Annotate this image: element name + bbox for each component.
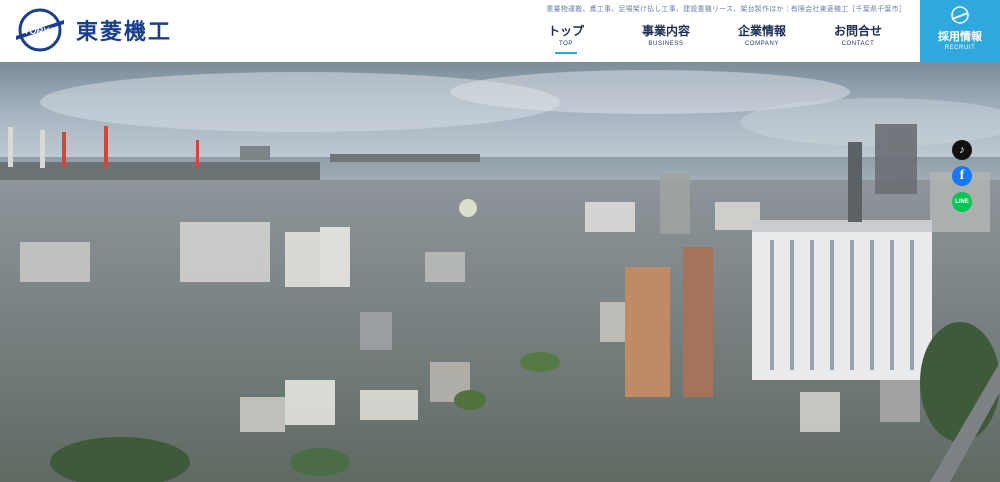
hero-cityscape-image: ♪ f LINE [0,62,1000,482]
facebook-icon[interactable]: f [952,166,972,186]
nav-item-top[interactable]: トップ TOP [538,24,594,54]
nav-item-label: トップ [547,24,584,38]
nav-item-contact[interactable]: お問合せ CONTACT [810,24,906,47]
line-icon-glyph: LINE [955,199,969,205]
line-icon[interactable]: LINE [952,192,972,212]
recruit-label: 採用情報 [938,30,982,43]
main-nav: トップ TOP 事業内容 BUSINESS 企業情報 COMPANY お問合せ … [538,24,906,54]
nav-item-sublabel: BUSINESS [648,41,684,47]
nav-item-label: 事業内容 [641,24,690,38]
nav-item-label: 企業情報 [737,24,786,38]
nav-item-sublabel: COMPANY [744,41,780,47]
company-name: 東菱機工 [76,20,173,45]
tagline: 重量物運搬、鳶工事、足場架け払し工事、建設重機リース、架台製作ほか｜有限会社東菱… [546,5,906,13]
nav-item-sublabel: CONTACT [841,41,875,47]
recruit-button[interactable]: 採用情報 RECRUIT [920,0,1000,62]
site-header: TORYO 東菱機工 重量物運搬、鳶工事、足場架け払し工事、建設重機リース、架台… [0,0,1000,62]
logo-mark-icon: TORYO [16,8,64,52]
svg-text:TORYO: TORYO [24,26,56,36]
facebook-icon-glyph: f [959,168,965,183]
nav-item-company[interactable]: 企業情報 COMPANY [714,24,810,47]
nav-item-business[interactable]: 事業内容 BUSINESS [618,24,714,47]
logo[interactable]: TORYO 東菱機工 [12,8,172,52]
nav-item-label: お問合せ [833,24,882,38]
nav-active-indicator [555,52,577,54]
tiktok-icon[interactable]: ♪ [952,140,972,160]
recruit-sublabel: RECRUIT [944,45,976,51]
cityscape-illustration [0,62,1000,482]
nav-item-sublabel: TOP [558,41,574,47]
recruit-badge-icon [951,6,969,24]
